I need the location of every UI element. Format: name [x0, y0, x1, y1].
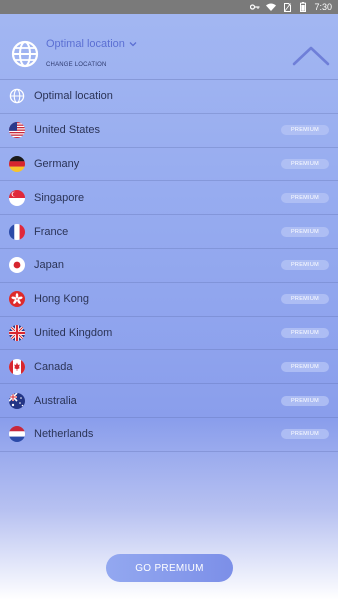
premium-badge: PREMIUM: [281, 429, 329, 440]
location-item-japan[interactable]: Japan PREMIUM: [0, 249, 338, 283]
globe-icon: [9, 88, 25, 104]
location-name: Netherlands: [34, 428, 94, 441]
location-name: Canada: [34, 360, 73, 373]
location-name: Hong Kong: [34, 293, 90, 306]
premium-badge: PREMIUM: [281, 260, 329, 271]
location-header[interactable]: Optimal location CHANGE LOCATION: [0, 14, 338, 80]
location-item-france[interactable]: France PREMIUM: [0, 215, 338, 249]
jp-flag-icon: [9, 257, 25, 274]
premium-badge: PREMIUM: [281, 226, 329, 237]
uk-flag-icon: [9, 324, 25, 341]
wifi-icon: [266, 3, 277, 12]
status-time: 7:30: [314, 2, 332, 12]
de-flag-icon: [9, 155, 25, 172]
location-item-united-kingdom[interactable]: United Kingdom PREMIUM: [0, 317, 338, 351]
selected-location-label: Optimal location: [46, 38, 125, 50]
status-bar: 7:30: [0, 0, 338, 14]
premium-badge: PREMIUM: [281, 192, 329, 203]
premium-badge: PREMIUM: [281, 327, 329, 338]
location-list: Optimal location United States PREMIUM G…: [0, 80, 338, 452]
au-flag-icon: [9, 392, 25, 409]
key-icon: [250, 3, 260, 12]
no-sim-icon: [282, 2, 292, 12]
us-flag-icon: [9, 122, 25, 139]
premium-badge: PREMIUM: [281, 125, 329, 136]
location-item-singapore[interactable]: Singapore PREMIUM: [0, 181, 338, 216]
nl-flag-icon: [9, 426, 25, 443]
sg-flag-icon: [9, 189, 25, 206]
location-item-netherlands[interactable]: Netherlands PREMIUM: [0, 418, 338, 452]
location-name: France: [34, 225, 69, 238]
selected-location[interactable]: Optimal location: [46, 38, 137, 50]
go-premium-button[interactable]: GO PREMIUM: [106, 554, 233, 582]
globe-icon: [11, 40, 39, 68]
location-item-canada[interactable]: Canada PREMIUM: [0, 350, 338, 385]
premium-badge: PREMIUM: [281, 294, 329, 305]
location-name: Germany: [34, 157, 80, 170]
premium-badge: PREMIUM: [281, 158, 329, 169]
ca-flag-icon: [9, 358, 25, 375]
location-item-germany[interactable]: Germany PREMIUM: [0, 148, 338, 182]
premium-badge: PREMIUM: [281, 361, 329, 372]
location-name: Japan: [34, 259, 64, 272]
location-item-united-states[interactable]: United States PREMIUM: [0, 114, 338, 148]
location-name: United States: [34, 124, 101, 137]
premium-badge: PREMIUM: [281, 395, 329, 406]
change-location-label: CHANGE LOCATION: [46, 62, 107, 68]
battery-icon: [298, 2, 308, 12]
location-name: Optimal location: [34, 90, 113, 103]
location-name: United Kingdom: [34, 326, 113, 339]
location-name: Australia: [34, 394, 77, 407]
location-item-australia[interactable]: Australia PREMIUM: [0, 384, 338, 418]
location-item-hong-kong[interactable]: Hong Kong PREMIUM: [0, 283, 338, 317]
location-name: Singapore: [34, 191, 85, 204]
fr-flag-icon: [9, 223, 25, 240]
chevron-down-icon: [129, 38, 137, 50]
hk-flag-icon: [9, 291, 25, 308]
location-item-optimal[interactable]: Optimal location: [0, 80, 338, 114]
chevron-up-icon[interactable]: [292, 44, 330, 68]
